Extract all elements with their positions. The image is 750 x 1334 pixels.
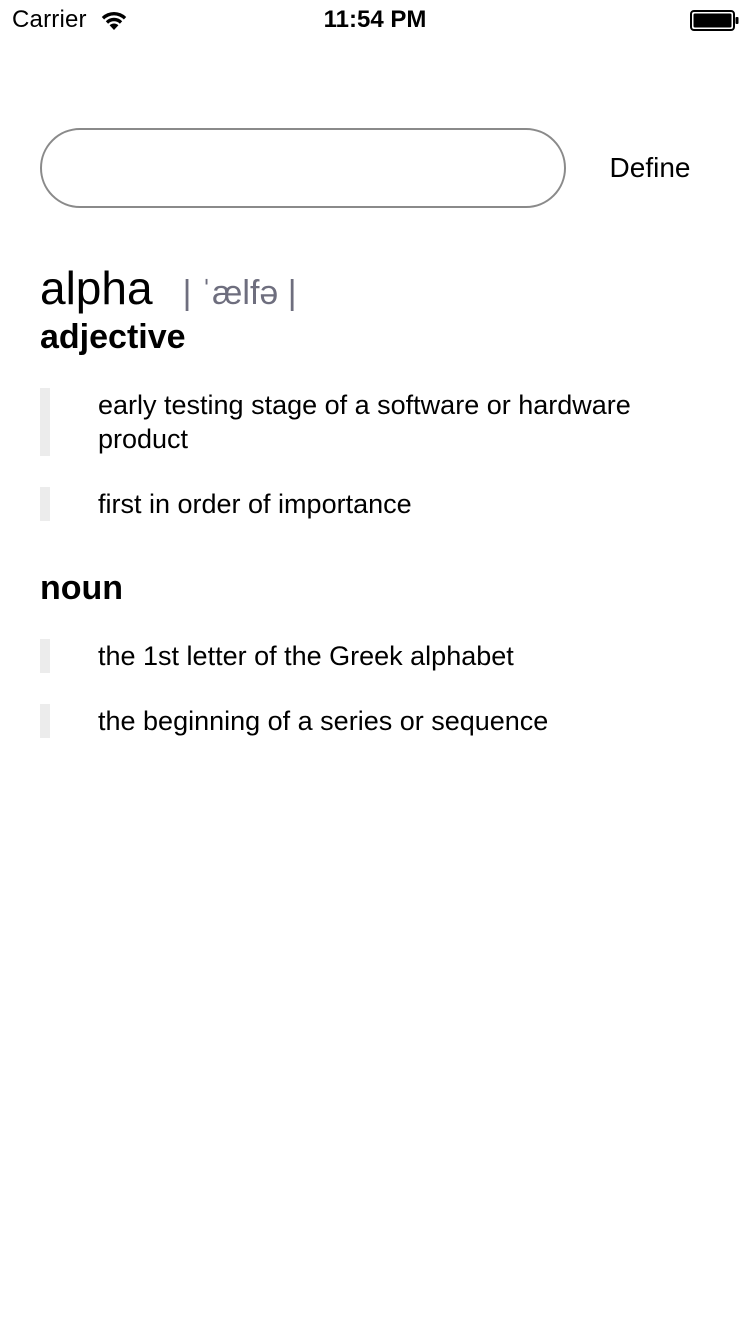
part-of-speech-noun: noun	[40, 569, 124, 607]
headword: alpha	[40, 262, 153, 314]
sense-item: the beginning of a series or sequence	[40, 704, 720, 738]
sense-text: the beginning of a series or sequence	[98, 706, 549, 736]
sense-text: the 1st letter of the Greek alphabet	[98, 641, 514, 671]
pronunciation: | ˈælfə |	[182, 274, 297, 312]
sense-marker	[40, 639, 50, 673]
sense-text: early testing stage of a software or har…	[98, 390, 631, 454]
headword-row: alpha | ˈælfə |	[40, 258, 720, 318]
define-button[interactable]: Define	[590, 128, 710, 208]
battery-icon	[690, 10, 740, 31]
sense-marker	[40, 388, 50, 456]
sense-marker	[40, 704, 50, 738]
sense-marker	[40, 487, 50, 521]
sense-item: first in order of importance	[40, 487, 720, 521]
sense-item: early testing stage of a software or har…	[40, 388, 720, 456]
sense-item: the 1st letter of the Greek alphabet	[40, 639, 720, 673]
status-bar: Carrier 11:54 PM	[0, 0, 750, 40]
part-of-speech-adjective: adjective	[40, 318, 186, 356]
status-time: 11:54 PM	[323, 6, 427, 33]
definition-entry: alpha | ˈælfə | adjective early testing …	[40, 258, 720, 738]
sense-list-noun: the 1st letter of the Greek alphabet the…	[40, 639, 720, 738]
search-input[interactable]	[40, 128, 566, 208]
sense-text: first in order of importance	[98, 489, 412, 519]
sense-list-adjective: early testing stage of a software or har…	[40, 388, 720, 521]
